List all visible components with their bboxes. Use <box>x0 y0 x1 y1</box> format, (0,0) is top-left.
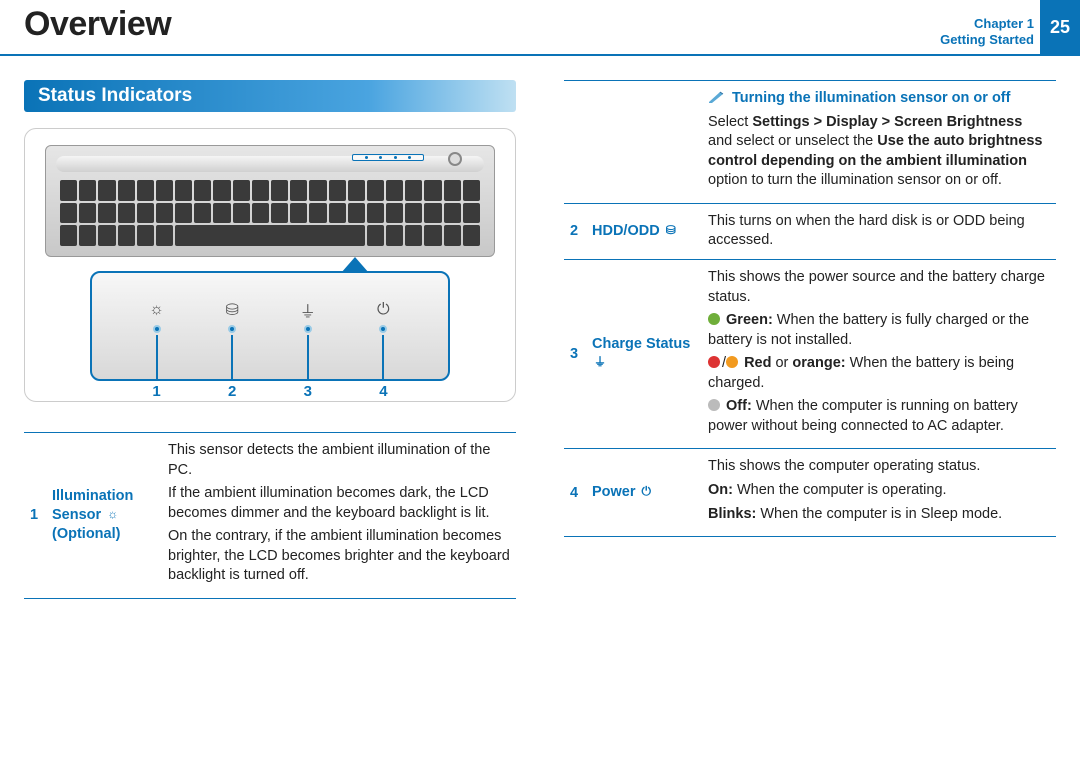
header-right: Chapter 1 Getting Started 25 <box>940 5 1080 54</box>
note-block: Turning the illumination sensor on or of… <box>702 81 1056 204</box>
note-title: Turning the illumination sensor on or of… <box>732 90 1010 106</box>
row1-number: 1 <box>24 433 46 599</box>
page-title: Overview <box>24 5 171 44</box>
note-body: Select Settings > Display > Screen Brigh… <box>708 113 1050 191</box>
table-row: 1 Illumination Sensor ☼ (Optional) This … <box>24 433 516 599</box>
grey-dot-icon <box>708 399 720 411</box>
battery-icon: ⏚ <box>594 355 606 371</box>
callout-num-1: 1 <box>152 383 160 400</box>
chapter-line-2: Getting Started <box>940 32 1034 48</box>
page-header: Overview Chapter 1 Getting Started 25 <box>0 0 1080 56</box>
indicator-2: ⛁ 2 <box>221 299 243 400</box>
indicator-4: ⏻ 4 <box>372 299 394 400</box>
chapter-line-1: Chapter 1 <box>940 16 1034 32</box>
row2-label: HDD/ODD ⛁ <box>586 203 702 259</box>
row1-desc: This sensor detects the ambient illumina… <box>162 433 516 599</box>
power-button-icon <box>448 152 462 166</box>
indicator-table-right: Turning the illumination sensor on or of… <box>564 80 1056 537</box>
chapter-block: Chapter 1 Getting Started <box>940 12 1040 47</box>
battery-icon: ⏚ <box>297 299 319 321</box>
row3-number: 3 <box>564 259 586 449</box>
row3-desc: This shows the power source and the batt… <box>702 259 1056 449</box>
section-heading: Status Indicators <box>24 80 516 112</box>
green-dot-icon <box>708 313 720 325</box>
row3-label: Charge Status⏚ <box>586 259 702 449</box>
row4-number: 4 <box>564 449 586 537</box>
led-strip-icon <box>352 154 424 161</box>
callout-num-2: 2 <box>228 383 236 400</box>
table-row: 3 Charge Status⏚ This shows the power so… <box>564 259 1056 449</box>
table-row: 4 Power ⏻ This shows the computer operat… <box>564 449 1056 537</box>
indicator-1: ☼ 1 <box>146 299 168 400</box>
table-row: 2 HDD/ODD ⛁ This turns on when the hard … <box>564 203 1056 259</box>
row1-label: Illumination Sensor ☼ (Optional) <box>46 433 162 599</box>
laptop-illustration <box>45 145 495 257</box>
status-indicators-figure: ☼ 1 ⛁ 2 ⏚ 3 <box>24 128 516 402</box>
sun-icon: ☼ <box>107 507 118 523</box>
sun-icon: ☼ <box>146 299 168 321</box>
disk-icon: ⛁ <box>221 299 243 321</box>
callout-num-3: 3 <box>304 383 312 400</box>
power-icon: ⏻ <box>372 299 394 321</box>
row4-desc: This shows the computer operating status… <box>702 449 1056 537</box>
power-icon: ⏻ <box>642 484 652 500</box>
orange-dot-icon <box>726 356 738 368</box>
row2-desc: This turns on when the hard disk is or O… <box>702 203 1056 259</box>
row2-number: 2 <box>564 203 586 259</box>
right-column: Turning the illumination sensor on or of… <box>540 80 1080 766</box>
indicator-zoom-panel: ☼ 1 ⛁ 2 ⏚ 3 <box>90 271 450 381</box>
indicator-3: ⏚ 3 <box>297 299 319 400</box>
note-icon <box>708 90 724 104</box>
disk-icon: ⛁ <box>666 223 676 239</box>
page-number: 25 <box>1040 0 1080 54</box>
table-row: Turning the illumination sensor on or of… <box>564 81 1056 204</box>
row4-label: Power ⏻ <box>586 449 702 537</box>
red-dot-icon <box>708 356 720 368</box>
indicator-table-left: 1 Illumination Sensor ☼ (Optional) This … <box>24 432 516 599</box>
callout-num-4: 4 <box>379 383 387 400</box>
left-column: Status Indicators ☼ <box>0 80 540 766</box>
